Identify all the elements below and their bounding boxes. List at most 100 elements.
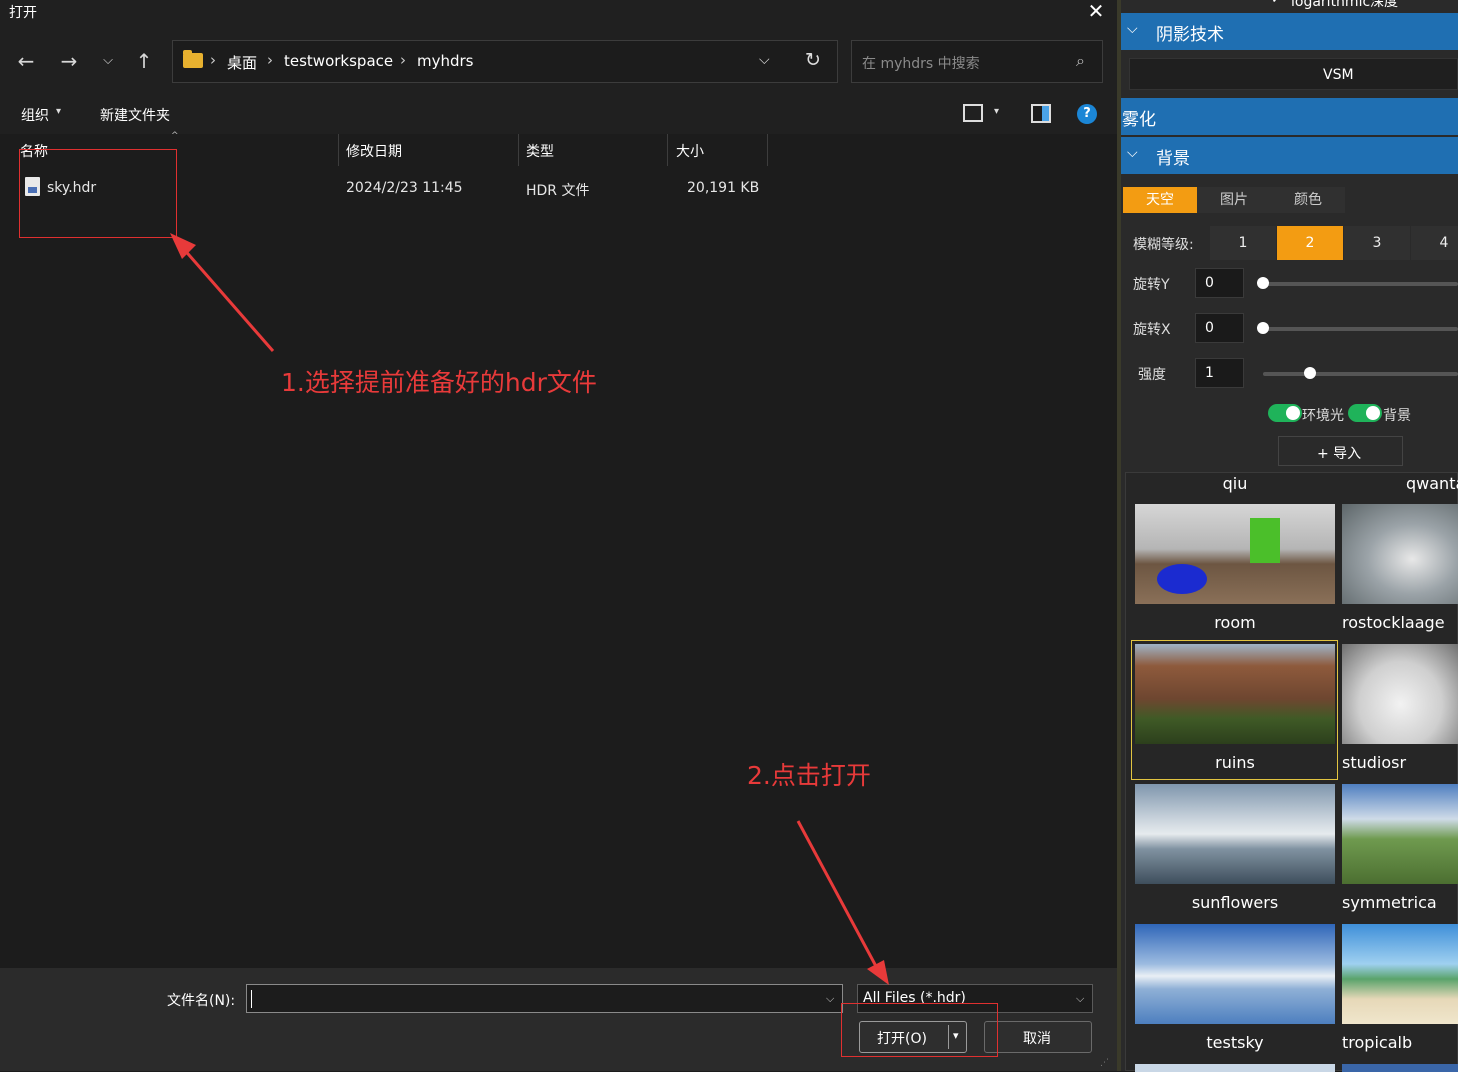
section-fog-title: 雾化 <box>1122 110 1156 130</box>
thumbnail-label-studiosr: studiosr <box>1342 753 1407 772</box>
thumbnail-ruins[interactable] <box>1135 644 1335 744</box>
intensity-slider[interactable] <box>1263 372 1458 376</box>
rotate-x-slider[interactable] <box>1263 327 1458 331</box>
title-bar: 打开 ✕ <box>0 0 1117 26</box>
column-header-modified[interactable]: 修改日期 <box>346 141 402 161</box>
search-box[interactable]: 在 myhdrs 中搜索 ⌕ <box>851 40 1103 83</box>
intensity-slider-handle[interactable] <box>1304 367 1316 379</box>
column-divider[interactable] <box>767 134 768 166</box>
rotate-y-slider-handle[interactable] <box>1257 277 1269 289</box>
check-icon: ✓ <box>1271 0 1282 7</box>
new-folder-button[interactable]: 新建文件夹 <box>100 105 170 125</box>
intensity-value: 1 <box>1205 365 1214 381</box>
thumbnail-sunflowers[interactable] <box>1135 784 1335 884</box>
intensity-label: 强度 <box>1138 367 1166 383</box>
column-header-type[interactable]: 类型 <box>526 141 554 161</box>
tab-color[interactable]: 颜色 <box>1271 187 1345 213</box>
breadcrumb-testworkspace[interactable]: testworkspace <box>284 52 393 70</box>
close-icon[interactable]: ✕ <box>1084 0 1108 24</box>
filename-label: 文件名(N): <box>167 993 236 1009</box>
column-divider[interactable] <box>338 134 339 166</box>
refresh-icon[interactable]: ↻ <box>805 49 821 71</box>
address-dropdown-chevron-icon[interactable]: ⌵ <box>759 52 770 68</box>
column-divider[interactable] <box>667 134 668 166</box>
blur-level-2[interactable]: 2 <box>1277 226 1343 260</box>
filename-dropdown-chevron-icon[interactable]: ⌵ <box>826 992 834 1006</box>
rotate-x-slider-handle[interactable] <box>1257 322 1269 334</box>
thumbnail-label-rostocklaage: rostocklaage <box>1342 613 1445 632</box>
thumbnail-label-room: room <box>1214 613 1256 632</box>
section-background-title: 背景 <box>1156 149 1190 169</box>
up-folder-icon[interactable]: ↑ <box>129 46 159 76</box>
import-button[interactable]: + 导入 <box>1278 436 1403 466</box>
thumbnail-rostocklaage[interactable] <box>1342 504 1458 604</box>
column-divider[interactable] <box>518 134 519 166</box>
organize-dropdown-icon[interactable]: ▾ <box>56 106 61 117</box>
thumbnail-studiosr[interactable] <box>1342 644 1458 744</box>
blur-level-4[interactable]: 4 <box>1411 226 1458 260</box>
toggle-background-label: 背景 <box>1383 408 1411 424</box>
thumbnail-tropicalbeach[interactable] <box>1342 924 1458 1024</box>
rotate-y-value: 0 <box>1205 275 1214 291</box>
preview-pane-icon[interactable] <box>1031 104 1051 123</box>
view-dropdown-icon[interactable]: ▾ <box>994 106 999 117</box>
chevron-down-icon: ⌵ <box>1127 21 1138 37</box>
cancel-button-label: 取消 <box>1023 1031 1051 1047</box>
shadow-technique-value: VSM <box>1323 67 1354 83</box>
resize-grip-icon[interactable]: ⋰ <box>1100 1058 1109 1068</box>
section-background[interactable]: ⌵ 背景 <box>1121 137 1458 174</box>
dialog-title: 打开 <box>9 5 37 21</box>
blur-level-1[interactable]: 1 <box>1210 226 1276 260</box>
search-placeholder: 在 myhdrs 中搜索 <box>862 56 980 72</box>
cancel-button[interactable]: 取消 <box>984 1021 1092 1053</box>
sort-ascending-icon: ^ <box>171 131 179 141</box>
annotation-arrow-step2 <box>796 820 889 985</box>
gallery-label-qiu: qiu <box>1222 474 1248 493</box>
organize-menu[interactable]: 组织 <box>21 105 49 125</box>
toggle-ambient-light[interactable] <box>1268 404 1302 422</box>
file-size: 20,191 KB <box>687 180 760 196</box>
annotation-step2: 2.点击打开 <box>747 761 871 790</box>
rotate-y-slider[interactable] <box>1263 282 1458 286</box>
settings-panel: ✓ logarithmic深度 ⌵ 阴影技术 VSM 雾化 ⌵ 背景 天空 图片… <box>1121 0 1458 1072</box>
toggle-background[interactable] <box>1348 404 1382 422</box>
thumbnail-label-tropicalbeach: tropicalb <box>1342 1033 1413 1052</box>
view-list-icon[interactable] <box>963 104 983 122</box>
tab-image[interactable]: 图片 <box>1197 187 1271 213</box>
forward-arrow-icon[interactable]: → <box>54 46 84 76</box>
thumbnail-label-symmetrical: symmetrica <box>1342 893 1437 912</box>
blur-level-label: 模糊等级: <box>1133 237 1194 253</box>
shadow-technique-select[interactable]: VSM <box>1129 58 1458 90</box>
help-icon[interactable]: ? <box>1077 104 1097 124</box>
column-header-size[interactable]: 大小 <box>676 141 704 161</box>
import-button-label: + 导入 <box>1317 446 1362 462</box>
filename-input[interactable]: ⌵ <box>246 984 843 1013</box>
folder-icon <box>183 50 203 68</box>
depth-option-label[interactable]: logarithmic深度 <box>1291 0 1398 11</box>
breadcrumb-desktop[interactable]: 桌面 <box>227 52 257 73</box>
file-type: HDR 文件 <box>526 183 590 199</box>
tab-sky[interactable]: 天空 <box>1123 187 1197 213</box>
search-icon[interactable]: ⌕ <box>1076 51 1085 71</box>
file-modified: 2024/2/23 11:45 <box>346 180 463 196</box>
address-bar[interactable]: › 桌面 › testworkspace › myhdrs ⌵ ↻ <box>172 40 838 83</box>
thumbnail-testsky[interactable] <box>1135 924 1335 1024</box>
section-fog[interactable]: 雾化 <box>1121 98 1458 135</box>
rotate-y-input[interactable]: 0 <box>1195 268 1244 298</box>
thumbnail-symmetrical[interactable] <box>1342 784 1458 884</box>
rotate-y-label: 旋转Y <box>1133 277 1170 293</box>
back-arrow-icon[interactable]: ← <box>11 46 41 76</box>
filter-dropdown-chevron-icon[interactable]: ⌵ <box>1076 992 1084 1006</box>
rotate-x-input[interactable]: 0 <box>1195 313 1244 343</box>
room-teapot <box>1157 564 1207 594</box>
section-shadow[interactable]: ⌵ 阴影技术 <box>1121 13 1458 50</box>
text-caret <box>251 990 252 1008</box>
breadcrumb-separator-icon: › <box>210 51 216 69</box>
blur-level-3[interactable]: 3 <box>1344 226 1410 260</box>
thumbnail-room[interactable] <box>1135 504 1335 604</box>
intensity-input[interactable]: 1 <box>1195 358 1244 388</box>
room-green-wall <box>1250 518 1280 563</box>
rotate-x-label: 旋转X <box>1133 322 1171 338</box>
breadcrumb-myhdrs[interactable]: myhdrs <box>417 52 474 70</box>
recent-locations-chevron-icon[interactable]: ⌵ <box>93 46 123 76</box>
